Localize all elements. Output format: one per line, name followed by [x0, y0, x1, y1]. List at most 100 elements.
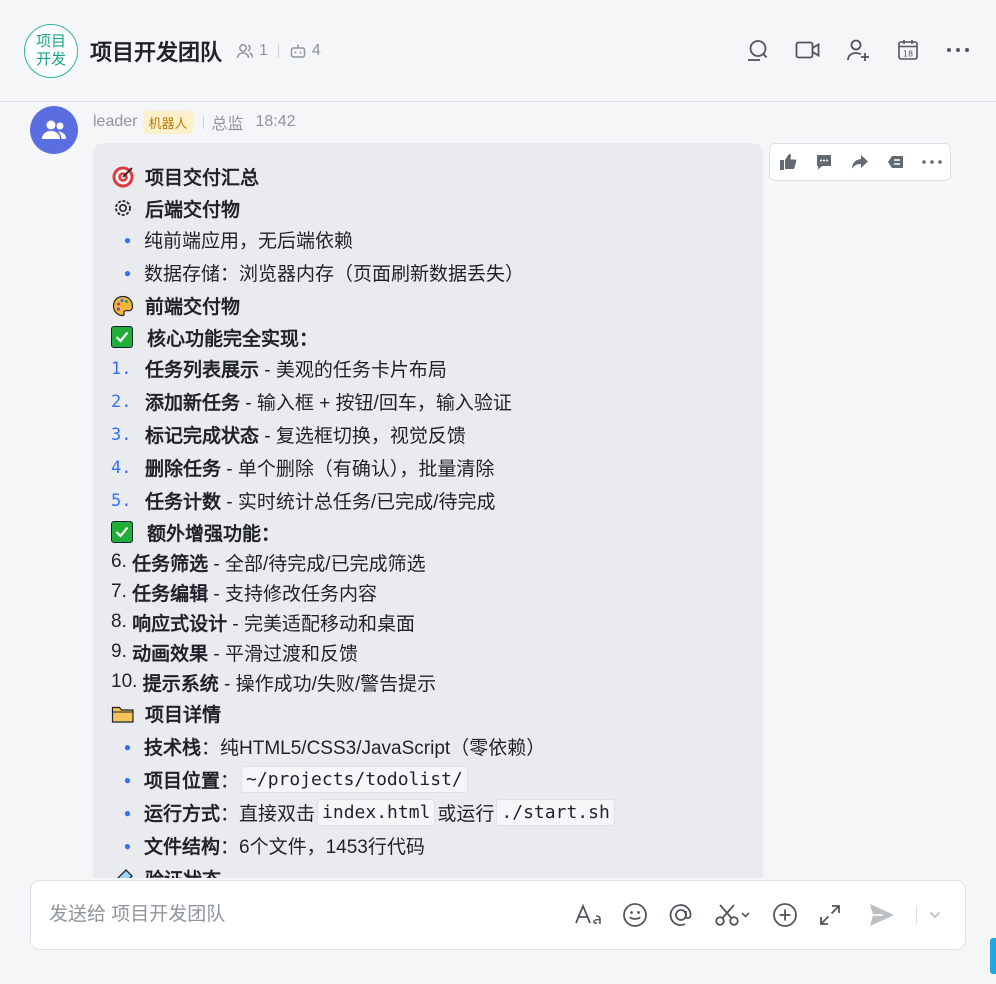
- palette-icon: [111, 295, 135, 317]
- check-mark-icon: [111, 326, 133, 348]
- section-heading: 项目交付汇总: [145, 168, 260, 189]
- section-heading: 前端交付物: [145, 297, 241, 318]
- list-item: ● 运行方式 ：直接双击 index.html 或运行 ./start.sh: [111, 796, 745, 829]
- reply-button[interactable]: [806, 144, 842, 180]
- message-line: 验证状态: [111, 862, 745, 878]
- bullet-dot: ●: [123, 838, 132, 853]
- more-icon: [922, 160, 942, 164]
- item-title: 技术栈: [144, 738, 202, 759]
- chat-header: 项目开发 项目开发团队 1 4 18: [0, 0, 996, 102]
- message-line: 项目交付汇总: [111, 160, 745, 193]
- item-text: ：直接双击: [220, 804, 316, 825]
- chevron-down-icon: [929, 911, 941, 919]
- item-title: 运行方式: [144, 804, 221, 825]
- bot-badge: 机器人: [143, 110, 193, 134]
- calendar-button[interactable]: 18: [894, 36, 922, 64]
- item-title: 文件结构: [144, 837, 221, 858]
- inline-code[interactable]: index.html: [317, 799, 436, 826]
- item-text: - 完美适配移动和桌面: [227, 613, 416, 635]
- inline-code[interactable]: ./start.sh: [496, 799, 615, 826]
- list-item: ● 文件结构 ：6个文件，1453行代码: [111, 829, 745, 862]
- sender-divider: [202, 115, 204, 129]
- bullet-dot: ●: [123, 232, 132, 247]
- list-item: ● 纯前端应用，无后端依赖: [111, 223, 745, 256]
- item-text: - 复选框切换，视觉反馈: [259, 426, 466, 447]
- sender-name[interactable]: leader: [93, 113, 137, 131]
- item-number: 3.: [111, 424, 132, 445]
- video-call-icon: [795, 41, 820, 59]
- item-text: - 美观的任务卡片布局: [259, 360, 447, 381]
- item-text: - 操作成功/失败/警告提示: [218, 673, 437, 695]
- subsection-heading: 额外增强功能：: [147, 523, 281, 545]
- message-composer: [30, 880, 966, 950]
- message-line: 项目详情: [111, 697, 745, 730]
- side-panel-tab[interactable]: [990, 938, 996, 974]
- inline-code[interactable]: ~/projects/todolist/: [241, 766, 468, 793]
- numbered-item: 10. 提示系统 - 操作成功/失败/警告提示: [111, 667, 745, 697]
- format-button[interactable]: [574, 900, 602, 930]
- bullet-dot: ●: [123, 265, 132, 280]
- sender-avatar[interactable]: [30, 106, 78, 154]
- emoji-button[interactable]: [622, 900, 648, 930]
- item-title: 标记完成状态: [145, 426, 260, 447]
- message-bubble[interactable]: 项目交付汇总 后端交付物 ● 纯前端应用，无后端依赖 ● 数据存储：浏览器内存（…: [93, 143, 763, 878]
- more-button[interactable]: [944, 36, 972, 64]
- expand-button[interactable]: [818, 900, 842, 930]
- send-options-button[interactable]: [929, 900, 941, 930]
- bot-icon: [290, 44, 306, 58]
- item-title: 添加新任务: [145, 393, 241, 414]
- message-line: 前端交付物: [111, 289, 745, 322]
- more-actions-button[interactable]: [914, 144, 950, 180]
- item-text: - 单个删除（有确认），批量清除: [221, 459, 495, 480]
- bullet-dot: ●: [123, 805, 132, 820]
- item-title: 任务筛选: [132, 553, 209, 575]
- thumbs-up-icon: [780, 154, 797, 170]
- message-list[interactable]: leader 机器人 总监 18:42 项目交付汇总 后端交付物 ● 纯前端应用…: [0, 103, 996, 878]
- forward-button[interactable]: [842, 144, 878, 180]
- numbered-item: 5. 任务计数 - 实时统计总任务/已完成/待完成: [111, 484, 745, 517]
- like-button[interactable]: [770, 144, 806, 180]
- group-users-icon: [42, 120, 66, 139]
- item-title: 任务计数: [145, 492, 222, 513]
- bullet-dot: ●: [123, 739, 132, 754]
- expand-icon: [820, 905, 840, 925]
- sender-role: 总监: [211, 116, 244, 133]
- bot-count-value: 4: [311, 41, 321, 59]
- screenshot-button[interactable]: [714, 900, 752, 930]
- list-item: ● 项目位置 ： ~/projects/todolist/: [111, 763, 745, 796]
- add-member-button[interactable]: [844, 36, 872, 64]
- mention-icon: [669, 904, 692, 926]
- sender-info: leader 机器人 总监 18:42: [93, 110, 296, 134]
- bullet-dot: ●: [123, 772, 132, 787]
- message-line: 核心功能完全实现：: [111, 322, 745, 352]
- calendar-icon: 18: [898, 40, 918, 60]
- section-heading: 验证状态: [145, 865, 221, 878]
- send-button[interactable]: [868, 900, 896, 930]
- item-text: - 实时统计总任务/已完成/待完成: [221, 492, 496, 513]
- screenshot-icon: [715, 904, 750, 926]
- item-title: 响应式设计: [132, 613, 228, 635]
- group-avatar[interactable]: 项目开发: [24, 23, 78, 78]
- more-icon: [947, 48, 969, 52]
- quote-button[interactable]: [878, 144, 914, 180]
- member-count[interactable]: 1: [236, 42, 268, 60]
- subsection-heading: 核心功能完全实现：: [147, 328, 319, 350]
- message-input[interactable]: [49, 904, 569, 926]
- video-call-button[interactable]: [794, 36, 822, 64]
- item-number: 7.: [111, 581, 133, 602]
- item-text: - 平滑过渡和反馈: [208, 643, 359, 665]
- add-button[interactable]: [772, 900, 798, 930]
- item-title: 删除任务: [145, 459, 222, 480]
- group-avatar-text: 项目开发: [35, 32, 66, 68]
- list-item: ● 数据存储：浏览器内存（页面刷新数据丢失）: [111, 256, 745, 289]
- mention-button[interactable]: [668, 900, 694, 930]
- numbered-item: 9. 动画效果 - 平滑过渡和反馈: [111, 637, 745, 667]
- item-number: 1.: [111, 358, 132, 379]
- forward-icon: [852, 155, 868, 169]
- chat-title[interactable]: 项目开发团队: [90, 35, 222, 67]
- font-format-icon: [575, 903, 601, 924]
- bot-count[interactable]: 4: [289, 42, 321, 60]
- item-number: 10.: [111, 671, 143, 692]
- search-button[interactable]: [744, 36, 772, 64]
- message-time: 18:42: [255, 113, 296, 130]
